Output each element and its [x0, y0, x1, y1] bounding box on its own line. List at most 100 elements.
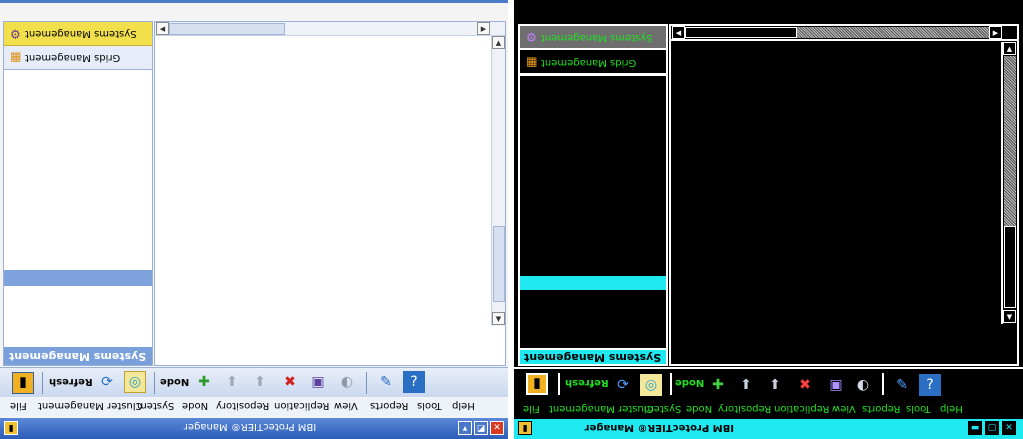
menu-tools[interactable]: Tools	[906, 403, 931, 414]
add-node-icon[interactable]: ✚	[193, 371, 215, 393]
scroll-left-icon[interactable]: ◀	[672, 26, 685, 39]
menu-reports[interactable]: Reports	[862, 403, 900, 414]
menu-node[interactable]: Node	[686, 403, 712, 414]
node-copy-icon[interactable]: ⬆	[764, 374, 786, 396]
horizontal-scrollbar[interactable]: ◀ ▶	[155, 22, 505, 36]
toolbar: ▮ Refresh ⟳ ◎ Node ✚ ⬆ ⬆ ✖ ▣ ◐ ✎ ?	[0, 367, 508, 397]
minimize-icon[interactable]: ▬	[968, 421, 982, 435]
menu-view[interactable]: View	[832, 403, 856, 414]
wizard-icon[interactable]: ◎	[124, 371, 146, 393]
tools-icon[interactable]: ✎	[891, 374, 913, 396]
menu-replication[interactable]: Replication	[274, 400, 329, 411]
scroll-right-icon[interactable]: ▶	[477, 22, 490, 35]
toolbar-separator	[670, 373, 672, 395]
scroll-right-icon[interactable]: ▶	[989, 26, 1002, 39]
window-app-icon: ▮	[4, 421, 18, 435]
horizontal-scroll-thumb[interactable]	[169, 23, 285, 35]
vertical-scrollbar[interactable]: ▲ ▼	[491, 36, 505, 326]
delete-icon[interactable]: ✖	[279, 371, 301, 393]
node-button[interactable]: Node	[160, 376, 189, 387]
wizard-icon[interactable]: ◎	[640, 374, 662, 396]
navigation-pane: ⚙ Systems Management ▦ Grids Management …	[518, 24, 668, 366]
delete-icon[interactable]: ✖	[794, 374, 816, 396]
navigation-pane: ⚙ Systems Management ▦ Grids Management …	[3, 21, 153, 366]
remove-node-icon[interactable]: ⬆	[221, 371, 243, 393]
vertical-scroll-track[interactable]	[1004, 56, 1016, 226]
menu-tools[interactable]: Tools	[417, 400, 442, 411]
maximize-icon[interactable]: ▢	[985, 421, 999, 435]
nav-item-systems-management[interactable]: ⚙ Systems Management	[520, 26, 666, 50]
menu-replication[interactable]: Replication	[774, 403, 829, 414]
app-icon[interactable]: ▮	[12, 372, 34, 394]
nav-footer-tab[interactable]: Systems Management	[520, 348, 666, 364]
close-icon[interactable]: ✕	[1002, 421, 1016, 435]
help-icon[interactable]: ?	[403, 371, 425, 393]
menu-repository[interactable]: Repository	[718, 403, 771, 414]
tools-icon[interactable]: ✎	[375, 371, 397, 393]
menu-file[interactable]: File	[523, 403, 540, 414]
menu-system[interactable]: System	[137, 400, 174, 411]
title-bar: ▮ IBM ProtecTIER® Manager ▬ ▢ ✕	[514, 419, 1023, 439]
toolbar-separator	[154, 372, 155, 394]
nav-item-systems-management[interactable]: ⚙ Systems Management	[4, 22, 152, 46]
menu-repository[interactable]: Repository	[216, 400, 269, 411]
title-bar: ▮ IBM ProtecTIER® Manager ▾ ◩ ✕	[0, 418, 508, 439]
minimize-icon[interactable]: ▾	[458, 421, 472, 435]
menu-system[interactable]: System	[644, 403, 681, 414]
node-button[interactable]: Node	[675, 377, 704, 388]
menu-node[interactable]: Node	[182, 400, 208, 411]
replication-icon[interactable]: ◐	[336, 371, 358, 393]
menu-help[interactable]: Help	[940, 403, 963, 414]
toolbar-separator	[882, 373, 884, 395]
scroll-up-icon[interactable]: ▲	[492, 36, 505, 49]
app-icon[interactable]: ▮	[526, 373, 548, 395]
scroll-left-icon[interactable]: ◀	[156, 22, 169, 35]
content-pane: ◀ ▶ ▲ ▼	[154, 21, 506, 366]
window-app-icon: ▮	[518, 421, 532, 435]
vertical-scroll-thumb[interactable]	[1004, 226, 1016, 308]
menu-bar: File Cluster Management System Node Repo…	[0, 398, 508, 416]
vertical-scroll-thumb[interactable]	[493, 226, 505, 302]
menu-cluster-management[interactable]: Cluster Management	[549, 403, 654, 414]
menu-view[interactable]: View	[334, 400, 358, 411]
remove-node-icon[interactable]: ⬆	[735, 374, 757, 396]
scroll-down-icon[interactable]: ▼	[492, 312, 505, 325]
horizontal-scrollbar[interactable]: ◀ ▶	[671, 26, 1017, 41]
nav-item-label: Systems Management	[540, 31, 653, 43]
refresh-button[interactable]: Refresh	[565, 377, 609, 388]
window-title: IBM ProtecTIER® Manager	[183, 421, 317, 432]
scroll-up-icon[interactable]: ▲	[1003, 42, 1016, 55]
add-node-icon[interactable]: ✚	[707, 374, 729, 396]
horizontal-scroll-track[interactable]	[797, 27, 989, 38]
scroll-down-icon[interactable]: ▼	[1003, 310, 1016, 323]
refresh-icon[interactable]: ⟳	[612, 374, 634, 396]
repository-icon[interactable]: ▣	[307, 371, 329, 393]
toolbar-separator	[558, 373, 560, 395]
toolbar-separator	[366, 372, 367, 394]
menu-bar: File Cluster Management System Node Repo…	[514, 402, 1023, 418]
nav-item-grids-management[interactable]: ▦ Grids Management	[4, 46, 152, 70]
refresh-button[interactable]: Refresh	[49, 376, 93, 387]
nav-item-grids-management[interactable]: ▦ Grids Management	[520, 52, 666, 76]
nav-footer-label: Systems Management	[9, 349, 147, 363]
grids-icon: ▦	[10, 50, 22, 65]
menu-help[interactable]: Help	[452, 400, 475, 411]
repository-icon[interactable]: ▣	[825, 374, 847, 396]
node-copy-icon[interactable]: ⬆	[249, 371, 271, 393]
nav-section-bar	[520, 276, 666, 290]
nav-item-label: Grids Management	[25, 52, 121, 63]
vertical-scrollbar[interactable]: ▲ ▼	[1001, 42, 1017, 324]
nav-footer-tab[interactable]: Systems Management	[4, 347, 152, 365]
help-icon[interactable]: ?	[919, 374, 941, 396]
toolbar: ▮ Refresh ⟳ ◎ Node ✚ ⬆ ⬆ ✖ ▣ ◐ ✎ ?	[514, 367, 1023, 401]
horizontal-scroll-thumb[interactable]	[685, 27, 797, 38]
maximize-icon[interactable]: ◩	[474, 421, 488, 435]
replication-icon[interactable]: ◐	[852, 374, 874, 396]
menu-reports[interactable]: Reports	[370, 400, 408, 411]
refresh-icon[interactable]: ⟳	[96, 371, 118, 393]
systems-icon: ⚙	[10, 26, 21, 41]
menu-cluster-management[interactable]: Cluster Management	[38, 400, 143, 411]
protectier-window-standard-theme: ⚙ Systems Management ▦ Grids Management …	[0, 0, 508, 439]
close-icon[interactable]: ✕	[490, 421, 504, 435]
menu-file[interactable]: File	[10, 400, 27, 411]
